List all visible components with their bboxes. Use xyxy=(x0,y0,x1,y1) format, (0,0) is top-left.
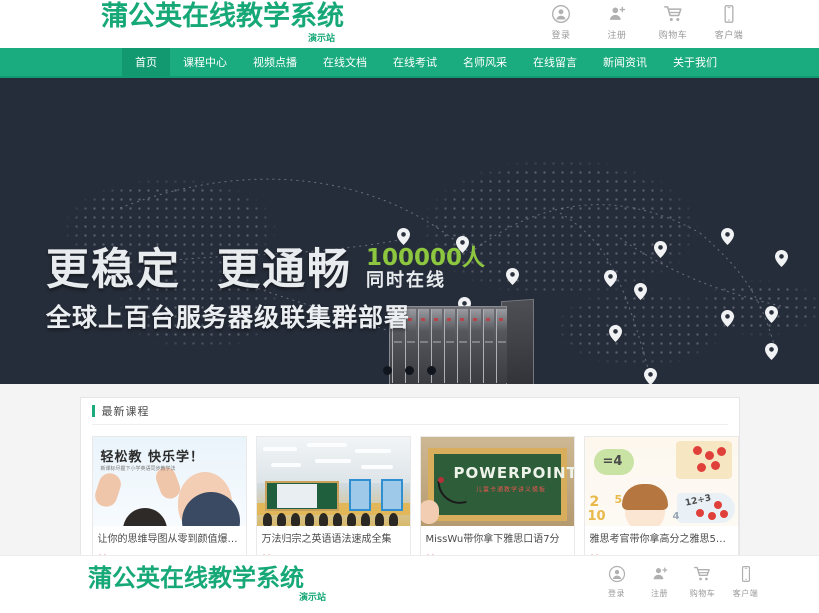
thumb-subtext: 新课标尽握下小学英语同步教学法 xyxy=(100,466,176,472)
course-title: 雅思考官带你拿高分之雅思5分全程课 xyxy=(589,534,738,545)
course-card[interactable]: 12÷3 =4 2 5 10 4 雅思考官带你拿高分之雅思5分全程课 ￥0.10 xyxy=(583,436,739,572)
main-navigation: 首页 课程中心 视频点播 在线文档 在线考试 名师风采 在线留言 新闻资讯 关于… xyxy=(0,48,819,76)
thumb-decor-number: 2 xyxy=(589,494,600,510)
user-circle-icon xyxy=(551,2,571,26)
user-plus-icon xyxy=(607,2,627,26)
footer-login-button[interactable]: 登录 xyxy=(595,562,638,599)
nav-item-documents[interactable]: 在线文档 xyxy=(310,48,380,76)
latest-courses-panel: 最新课程 轻松教 快乐学！ 新课标尽握下小学英语同步教学法 让你的思维导图从零到… xyxy=(79,397,740,572)
map-pin xyxy=(609,325,622,342)
course-thumbnail-powerpoint: POWERPOINT 儿童卡通教学讲义模板 xyxy=(420,437,574,526)
footer-logo[interactable]: 蒲公英在线教学系统 演示站 xyxy=(88,564,348,604)
map-pin xyxy=(397,228,410,245)
thumb-speech-bubble: =4 xyxy=(593,449,634,475)
thumb-decor-number: 4 xyxy=(672,511,680,522)
footer-mobile-client-button[interactable]: 客户端 xyxy=(724,562,767,599)
footer-login-label: 登录 xyxy=(608,589,625,598)
course-thumbnail-math: 12÷3 =4 2 5 10 4 xyxy=(584,437,738,526)
mobile-phone-icon xyxy=(737,562,755,586)
nav-item-about[interactable]: 关于我们 xyxy=(660,48,730,76)
user-plus-icon xyxy=(651,562,669,586)
map-pin xyxy=(721,310,734,327)
map-pin xyxy=(765,306,778,323)
course-card[interactable]: 万法归宗之英语语法速成全集 ￥0.01 xyxy=(255,436,411,572)
banner-headline-1: 更稳定 xyxy=(46,245,181,295)
nav-item-news[interactable]: 新闻资讯 xyxy=(590,48,660,76)
footer-mobile-label: 客户端 xyxy=(732,589,759,598)
map-pin xyxy=(506,268,519,285)
nav-item-exams[interactable]: 在线考试 xyxy=(380,48,450,76)
mobile-phone-icon xyxy=(719,2,739,26)
banner-subheadline: 全球上百台服务器级联集群部署 xyxy=(46,303,411,332)
map-pin xyxy=(634,283,647,300)
header-login-button[interactable]: 登录 xyxy=(533,2,589,41)
banner-text-block: 更稳定 更通畅 100000人 同时在线 全球上百台服务器级联集群部署 xyxy=(46,246,485,333)
map-pin xyxy=(775,250,788,267)
header-login-label: 登录 xyxy=(551,31,571,41)
banner-online-count: 100000人 xyxy=(366,245,486,271)
hero-banner-carousel[interactable]: 更稳定 更通畅 100000人 同时在线 全球上百台服务器级联集群部署 xyxy=(0,78,819,384)
shopping-cart-icon xyxy=(693,562,712,586)
map-pin xyxy=(604,270,617,287)
section-title: 最新课程 xyxy=(101,405,150,418)
thumb-subtext: 儿童卡通教学讲义模板 xyxy=(475,486,547,494)
banner-online-label: 同时在线 xyxy=(366,270,446,291)
thumb-headline: 轻松教 快乐学！ xyxy=(100,450,205,465)
user-circle-icon xyxy=(608,562,626,586)
footer-cart-button[interactable]: 购物车 xyxy=(681,562,724,599)
site-logo[interactable]: 蒲公英在线教学系统 演示站 xyxy=(101,1,361,45)
course-thumbnail-classroom xyxy=(256,437,410,526)
carousel-dot-1[interactable] xyxy=(383,366,392,375)
thumb-headline: POWERPOINT xyxy=(453,463,574,482)
footer-register-button[interactable]: 注册 xyxy=(638,562,681,599)
header-register-button[interactable]: 注册 xyxy=(589,2,645,41)
map-pin xyxy=(721,228,734,245)
header-cart-button[interactable]: 购物车 xyxy=(645,2,701,41)
carousel-indicators xyxy=(0,366,819,375)
header-mobile-label: 客户端 xyxy=(714,31,744,41)
thumb-decor-number: 10 xyxy=(587,509,606,524)
header-tools: 登录 注册 购物车 客户端 xyxy=(533,2,757,41)
carousel-dot-2[interactable] xyxy=(405,366,414,375)
map-pin xyxy=(765,343,778,360)
course-title: 让你的思维导图从零到颜值爆表! xyxy=(97,534,242,545)
sticky-footer-bar: 蒲公英在线教学系统 演示站 登录 注册 购物车 客户端 xyxy=(0,555,819,613)
page-root: 蒲公英在线教学系统 演示站 登录 注册 购物车 客户端 首页 课程中心 视频点播… xyxy=(0,0,819,613)
shopping-cart-icon xyxy=(663,2,684,26)
footer-logo-subtitle: 演示站 xyxy=(298,593,326,603)
section-accent-bar xyxy=(91,405,95,417)
header-mobile-client-button[interactable]: 客户端 xyxy=(701,2,757,41)
nav-item-teachers[interactable]: 名师风采 xyxy=(450,48,520,76)
nav-item-video[interactable]: 视频点播 xyxy=(240,48,310,76)
map-pin xyxy=(654,241,667,258)
course-thumbnail-mindmap: 轻松教 快乐学！ 新课标尽握下小学英语同步教学法 xyxy=(92,437,246,526)
header-register-label: 注册 xyxy=(607,31,627,41)
course-title: 万法归宗之英语语法速成全集 xyxy=(261,534,392,545)
header-cart-label: 购物车 xyxy=(658,31,688,41)
thumb-decor-number: 5 xyxy=(614,493,623,506)
course-title: MissWu带你拿下雅思口语7分 xyxy=(425,534,560,545)
logo-title: 蒲公英在线教学系统 xyxy=(101,1,344,32)
course-card[interactable]: 轻松教 快乐学！ 新课标尽握下小学英语同步教学法 让你的思维导图从零到颜值爆表!… xyxy=(91,436,247,572)
main-content: 最新课程 轻松教 快乐学！ 新课标尽握下小学英语同步教学法 让你的思维导图从零到… xyxy=(0,384,819,572)
carousel-dot-3[interactable] xyxy=(427,366,436,375)
course-card-list: 轻松教 快乐学！ 新课标尽握下小学英语同步教学法 让你的思维导图从零到颜值爆表!… xyxy=(91,425,739,572)
footer-cart-label: 购物车 xyxy=(689,589,716,598)
footer-register-label: 注册 xyxy=(651,589,668,598)
site-header: 蒲公英在线教学系统 演示站 登录 注册 购物车 客户端 xyxy=(0,0,819,48)
footer-logo-title: 蒲公英在线教学系统 xyxy=(88,564,304,592)
nav-item-messages[interactable]: 在线留言 xyxy=(520,48,590,76)
nav-item-course-center[interactable]: 课程中心 xyxy=(170,48,240,76)
panel-header: 最新课程 xyxy=(91,398,728,425)
course-card[interactable]: POWERPOINT 儿童卡通教学讲义模板 MissWu带你拿下雅思口语7分 ￥… xyxy=(419,436,575,572)
thumb-headline: =4 xyxy=(602,454,623,469)
nav-item-home[interactable]: 首页 xyxy=(122,48,170,76)
logo-subtitle: 演示站 xyxy=(307,34,335,44)
banner-headline-2: 更通畅 xyxy=(217,245,352,295)
footer-tools: 登录 注册 购物车 客户端 xyxy=(595,562,767,599)
